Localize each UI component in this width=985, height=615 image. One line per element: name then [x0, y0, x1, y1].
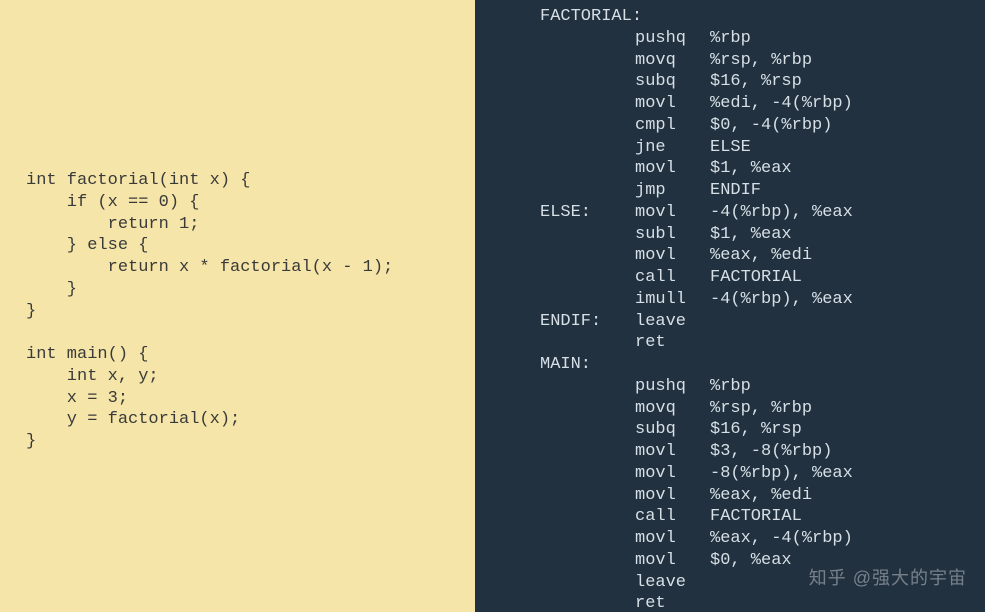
assembly-code: FACTORIAL:pushq%rbpmovq%rsp, %rbpsubq$16…	[635, 6, 985, 615]
c-source-code: int factorial(int x) { if (x == 0) { ret…	[26, 170, 475, 453]
asm-mnemonic: ret	[635, 332, 710, 354]
asm-operands: %rsp, %rbp	[710, 399, 812, 418]
c-code-line: int factorial(int x) {	[26, 170, 475, 192]
asm-mnemonic: subq	[635, 71, 710, 93]
asm-code-line: subl$1, %eax	[635, 224, 985, 246]
asm-code-line: imull-4(%rbp), %eax	[635, 289, 985, 311]
asm-code-line: movl$1, %eax	[635, 158, 985, 180]
c-code-line: x = 3;	[26, 388, 475, 410]
asm-mnemonic: subq	[635, 419, 710, 441]
asm-operands: $1, %eax	[710, 159, 792, 178]
asm-mnemonic: jmp	[635, 180, 710, 202]
asm-operands: -8(%rbp), %eax	[710, 464, 853, 483]
asm-mnemonic: call	[635, 506, 710, 528]
asm-label: MAIN:	[540, 354, 635, 376]
asm-operands: %rbp	[710, 29, 751, 48]
asm-code-line: callFACTORIAL	[635, 267, 985, 289]
asm-mnemonic: call	[635, 267, 710, 289]
c-code-line: }	[26, 279, 475, 301]
asm-mnemonic: movq	[635, 398, 710, 420]
asm-operands: $3, -8(%rbp)	[710, 442, 832, 461]
c-code-line: return x * factorial(x - 1);	[26, 257, 475, 279]
asm-operands: $16, %rsp	[710, 420, 802, 439]
asm-code-line: ENDIF:leave	[635, 311, 985, 333]
asm-mnemonic: imull	[635, 289, 710, 311]
asm-mnemonic: movl	[635, 463, 710, 485]
asm-code-line: jneELSE	[635, 137, 985, 159]
asm-code-line: movl$0, %eax	[635, 550, 985, 572]
asm-mnemonic: movl	[635, 245, 710, 267]
asm-code-line: jmpENDIF	[635, 180, 985, 202]
asm-operands: $1, %eax	[710, 225, 792, 244]
asm-mnemonic: pushq	[635, 376, 710, 398]
asm-mnemonic: movl	[635, 202, 710, 224]
asm-operands: -4(%rbp), %eax	[710, 203, 853, 222]
asm-label: ENDIF:	[540, 311, 635, 333]
asm-operands: %eax, %edi	[710, 486, 812, 505]
asm-code-line: cmpl$0, -4(%rbp)	[635, 115, 985, 137]
asm-mnemonic: movl	[635, 93, 710, 115]
c-code-line: y = factorial(x);	[26, 409, 475, 431]
asm-operands: ENDIF	[710, 181, 761, 200]
asm-code-line: movl$3, -8(%rbp)	[635, 441, 985, 463]
asm-mnemonic: movq	[635, 50, 710, 72]
asm-operands: $0, %eax	[710, 551, 792, 570]
asm-operands: %rbp	[710, 377, 751, 396]
asm-mnemonic: movl	[635, 441, 710, 463]
c-code-line: }	[26, 301, 475, 323]
c-code-line: return 1;	[26, 214, 475, 236]
asm-code-line: callFACTORIAL	[635, 506, 985, 528]
asm-code-line: pushq%rbp	[635, 28, 985, 50]
asm-operands: %rsp, %rbp	[710, 51, 812, 70]
c-code-line: if (x == 0) {	[26, 192, 475, 214]
asm-code-line: ret	[635, 332, 985, 354]
asm-operands: FACTORIAL	[710, 507, 802, 526]
asm-code-line: movq%rsp, %rbp	[635, 398, 985, 420]
asm-label: FACTORIAL:	[540, 6, 635, 28]
asm-mnemonic: cmpl	[635, 115, 710, 137]
asm-code-line: pushq%rbp	[635, 376, 985, 398]
assembly-panel: FACTORIAL:pushq%rbpmovq%rsp, %rbpsubq$16…	[475, 0, 985, 612]
asm-mnemonic: pushq	[635, 28, 710, 50]
asm-label: ELSE:	[540, 202, 635, 224]
asm-operands: %eax, -4(%rbp)	[710, 529, 853, 548]
c-code-line: int main() {	[26, 344, 475, 366]
c-source-panel: int factorial(int x) { if (x == 0) { ret…	[0, 0, 475, 612]
asm-operands: %edi, -4(%rbp)	[710, 94, 853, 113]
asm-code-line: movl%eax, %edi	[635, 245, 985, 267]
asm-mnemonic: movl	[635, 158, 710, 180]
asm-operands: ELSE	[710, 138, 751, 157]
asm-operands: FACTORIAL	[710, 268, 802, 287]
asm-mnemonic: movl	[635, 485, 710, 507]
asm-code-line: subq$16, %rsp	[635, 419, 985, 441]
c-code-line: } else {	[26, 235, 475, 257]
asm-code-line: movq%rsp, %rbp	[635, 50, 985, 72]
asm-code-line: ELSE:movl-4(%rbp), %eax	[635, 202, 985, 224]
asm-code-line: movl%eax, %edi	[635, 485, 985, 507]
asm-code-line: movl-8(%rbp), %eax	[635, 463, 985, 485]
asm-mnemonic: leave	[635, 572, 710, 594]
asm-operands: -4(%rbp), %eax	[710, 290, 853, 309]
asm-code-line: MAIN:	[635, 354, 985, 376]
asm-mnemonic: leave	[635, 311, 710, 333]
asm-operands: %eax, %edi	[710, 246, 812, 265]
asm-code-line: movl%edi, -4(%rbp)	[635, 93, 985, 115]
c-code-line: int x, y;	[26, 366, 475, 388]
asm-mnemonic: subl	[635, 224, 710, 246]
asm-mnemonic: movl	[635, 528, 710, 550]
asm-code-line: FACTORIAL:	[635, 6, 985, 28]
c-code-line	[26, 322, 475, 344]
asm-code-line: movl%eax, -4(%rbp)	[635, 528, 985, 550]
c-code-line: }	[26, 431, 475, 453]
asm-code-line: subq$16, %rsp	[635, 71, 985, 93]
asm-operands: $16, %rsp	[710, 72, 802, 91]
asm-code-line: leave	[635, 572, 985, 594]
asm-mnemonic: jne	[635, 137, 710, 159]
asm-operands: $0, -4(%rbp)	[710, 116, 832, 135]
asm-mnemonic: movl	[635, 550, 710, 572]
